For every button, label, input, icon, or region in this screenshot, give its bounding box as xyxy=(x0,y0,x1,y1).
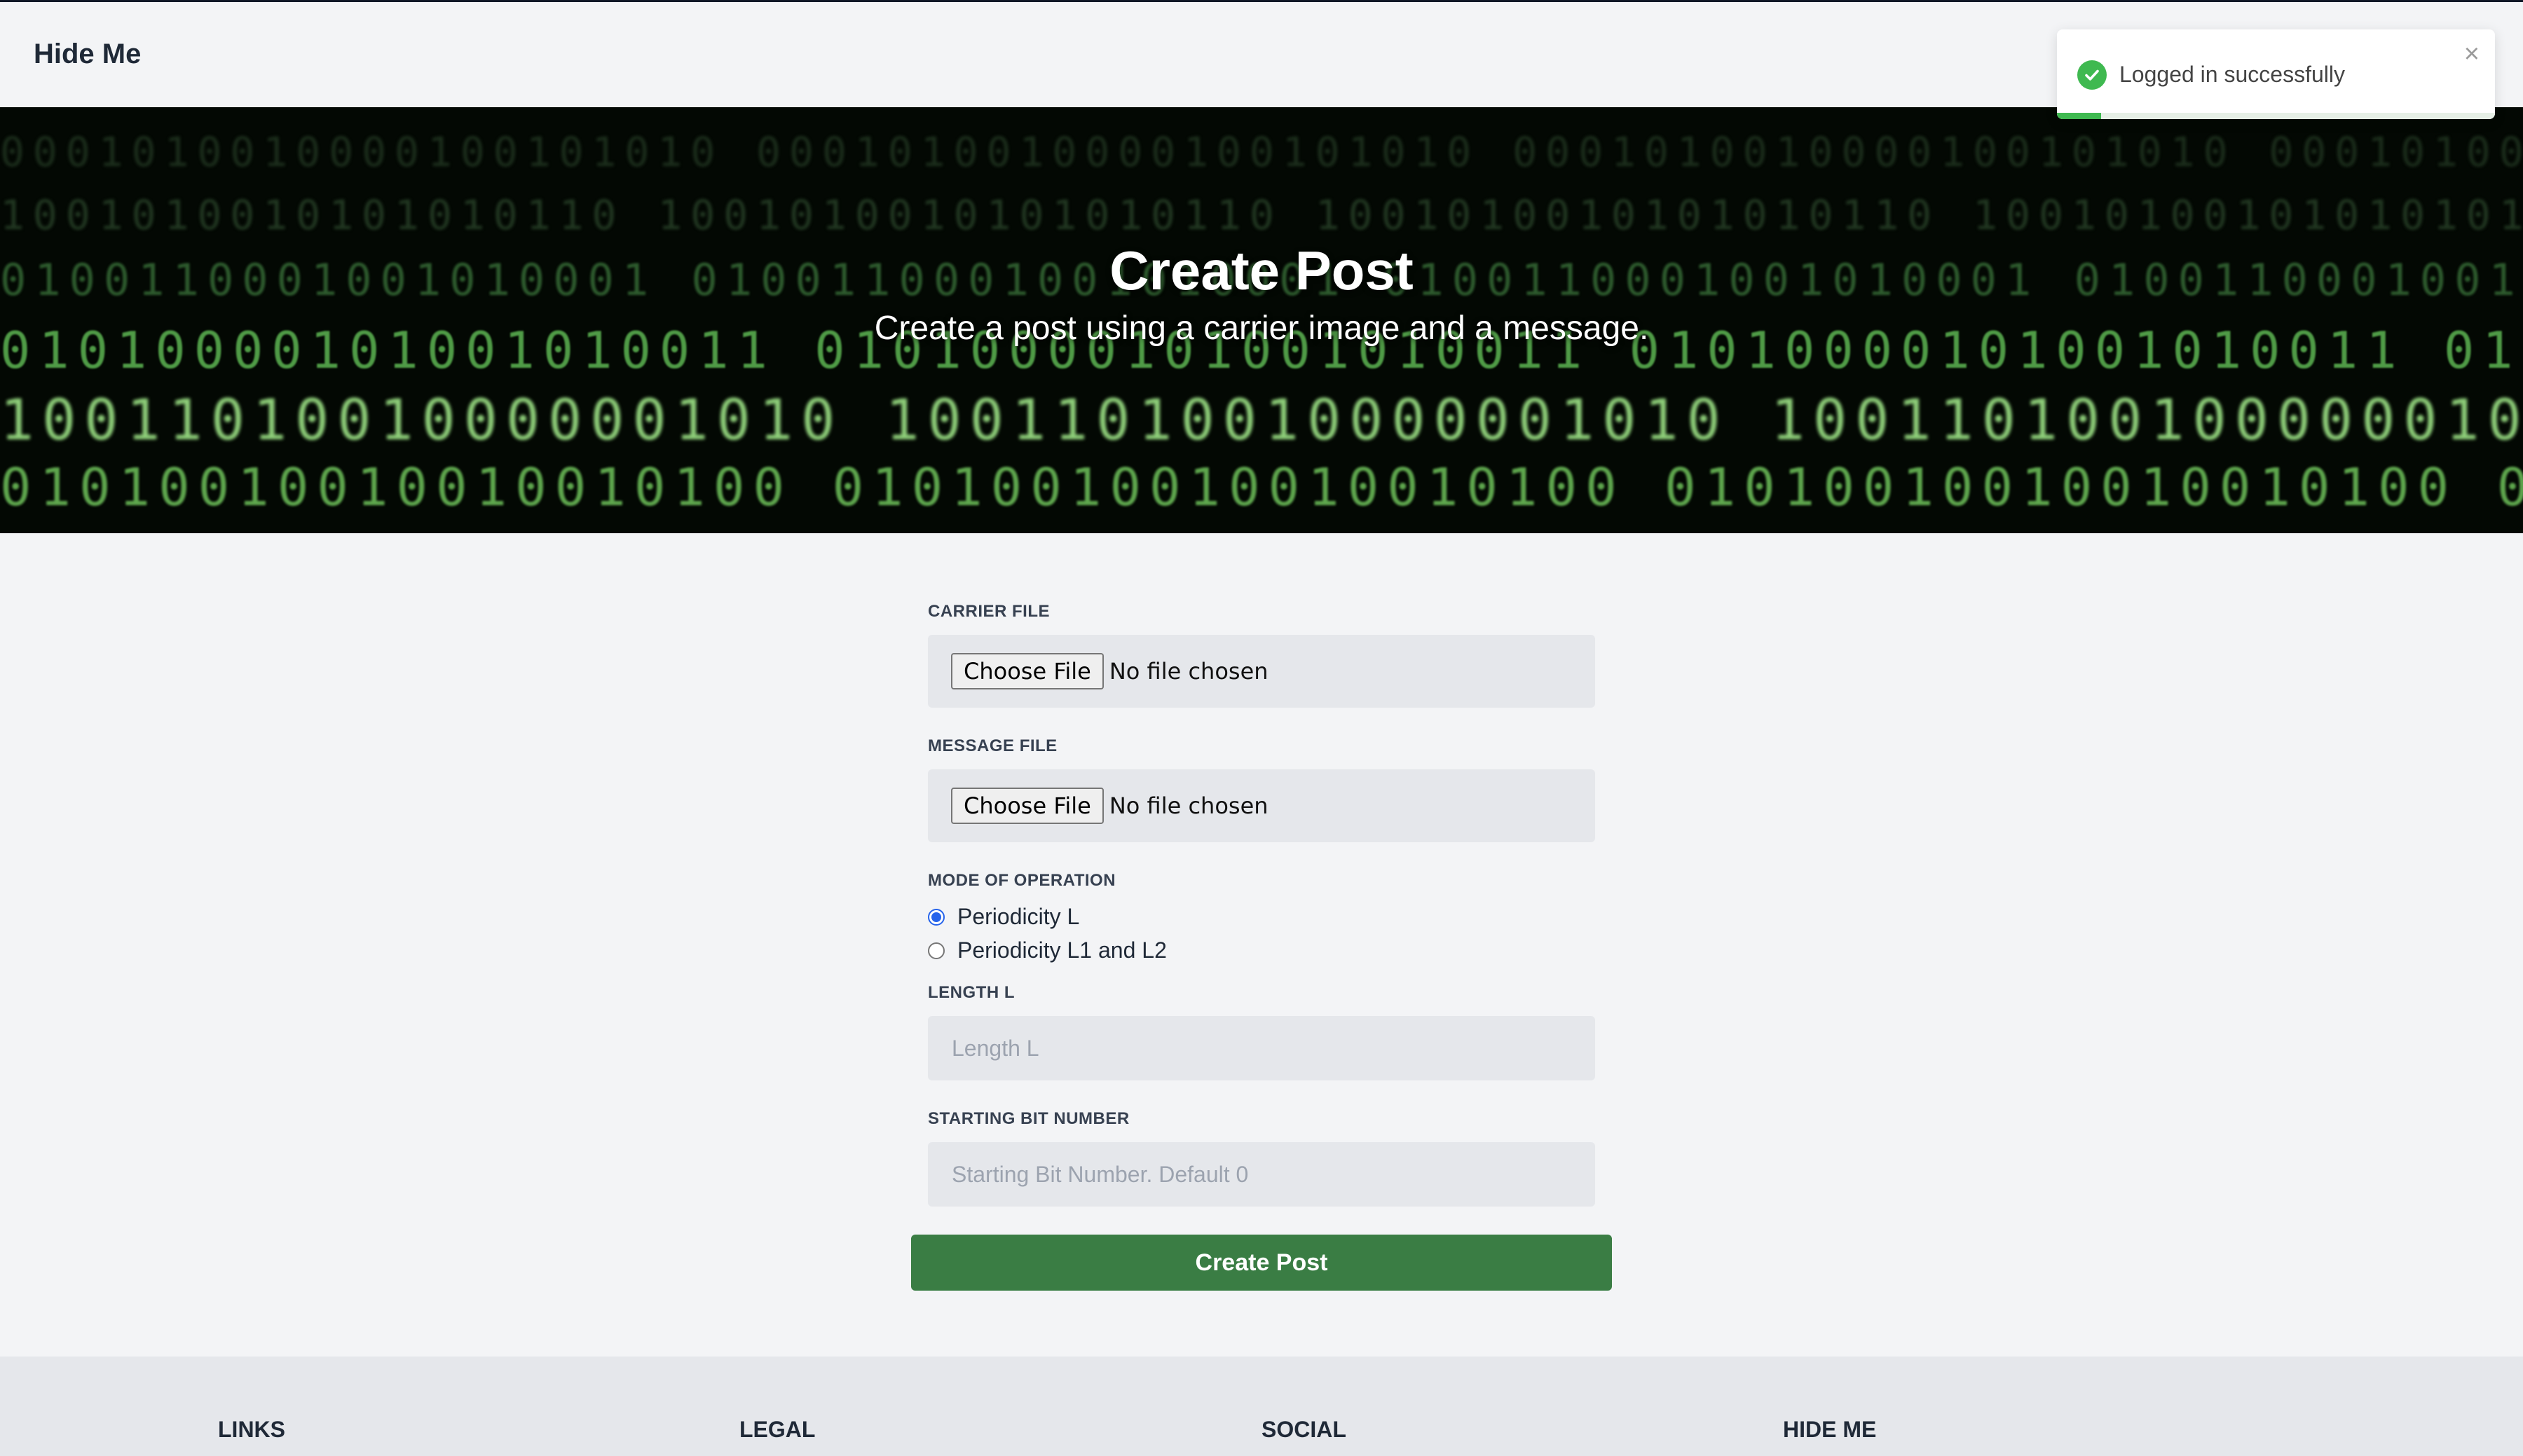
message-file-input[interactable]: Choose File No file chosen xyxy=(928,769,1595,842)
message-file-label: Message File xyxy=(928,736,1058,755)
radio-label: Periodicity L1 and L2 xyxy=(957,938,1167,963)
hero-banner: 0001010010000100101010 00010100100001001… xyxy=(0,107,2523,533)
toast-progress-bar xyxy=(2057,113,2495,119)
brand-logo-link[interactable]: Hide Me xyxy=(34,39,141,70)
binary-row: 0001010010000100101010 00010100100001001… xyxy=(0,128,2523,176)
toast-progress-fill xyxy=(2057,113,2101,119)
radio-periodicity-l1-l2[interactable]: Periodicity L1 and L2 xyxy=(928,938,1167,963)
page-subtitle: Create a post using a carrier image and … xyxy=(874,310,1649,347)
create-post-button[interactable]: Create Post xyxy=(911,1235,1612,1291)
footer-heading-legal: Legal xyxy=(739,1417,816,1442)
binary-row: 01010010010010010100 0101001001001001010… xyxy=(0,458,2523,518)
page-title: Create Post xyxy=(1109,240,1414,301)
starting-bit-label: Starting Bit Number xyxy=(928,1109,1130,1128)
radio-label: Periodicity L xyxy=(957,904,1080,929)
binary-row: 10011010010000001010 1001101001000000101… xyxy=(0,387,2523,453)
footer-heading-hide-me: Hide Me xyxy=(1783,1417,1877,1442)
starting-bit-input[interactable] xyxy=(928,1142,1595,1207)
carrier-choose-file-button[interactable]: Choose File xyxy=(951,653,1104,689)
footer-heading-social: Social xyxy=(1262,1417,1346,1442)
mode-of-operation-label: Mode of Operation xyxy=(928,871,1116,890)
message-file-status: No file chosen xyxy=(1109,792,1269,819)
carrier-file-label: Carrier File xyxy=(928,602,1050,621)
close-icon[interactable]: × xyxy=(2464,41,2480,67)
toast-message: Logged in successfully xyxy=(2119,62,2345,87)
toast-notification: Logged in successfully × xyxy=(2057,29,2495,119)
binary-row: 1001010010101010110 1001010010101010110 … xyxy=(0,191,2523,239)
length-l-label: Length L xyxy=(928,983,1015,1002)
site-footer: Links Legal Social Hide Me xyxy=(0,1357,2523,1456)
footer-heading-links: Links xyxy=(218,1417,285,1442)
radio-button[interactable] xyxy=(928,908,945,926)
carrier-file-input[interactable]: Choose File No file chosen xyxy=(928,635,1595,708)
radio-button[interactable] xyxy=(928,942,945,959)
success-check-icon xyxy=(2077,60,2107,90)
carrier-file-status: No file chosen xyxy=(1109,658,1269,685)
message-choose-file-button[interactable]: Choose File xyxy=(951,788,1104,824)
radio-periodicity-l[interactable]: Periodicity L xyxy=(928,904,1079,930)
length-l-input[interactable] xyxy=(928,1016,1595,1080)
